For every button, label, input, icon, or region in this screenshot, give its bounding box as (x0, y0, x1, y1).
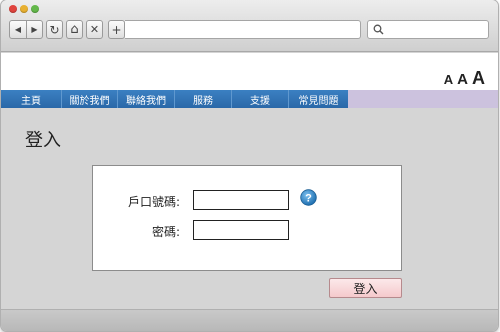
help-icon-glyph: ? (305, 193, 312, 205)
reload-button[interactable]: ↻ (46, 20, 63, 39)
stop-icon: ✕ (89, 23, 100, 36)
window-controls (9, 5, 39, 13)
plus-icon: + (111, 22, 122, 37)
account-number-input[interactable] (193, 190, 289, 210)
help-icon[interactable]: ? (300, 189, 317, 206)
back-icon: ◀ (14, 25, 22, 34)
page-title: 登入 (25, 130, 61, 151)
account-number-label: 戶口號碼: (127, 195, 180, 209)
nav-item-about[interactable]: 關於我們 (62, 90, 118, 108)
search-bar[interactable] (367, 20, 489, 39)
nav-menu: 主頁 關於我們 聯絡我們 服務 支援 常見問題 (1, 90, 348, 108)
home-button[interactable]: ⌂ (66, 20, 83, 39)
font-size-medium-button[interactable]: A (457, 71, 468, 88)
bottom-strip (1, 309, 498, 331)
stop-button[interactable]: ✕ (86, 20, 103, 39)
font-size-large-button[interactable]: A (472, 68, 485, 89)
forward-icon: ▶ (31, 25, 38, 34)
address-bar[interactable] (125, 20, 361, 39)
nav-item-home[interactable]: 主頁 (1, 90, 62, 108)
font-size-controls: A A A (444, 68, 485, 89)
login-form: 戶口號碼: ? 密碼: (92, 165, 402, 271)
password-input[interactable] (193, 220, 289, 240)
back-button[interactable]: ◀ (10, 21, 26, 38)
browser-window: ◀ ▶ ↻ ⌂ ✕ + A A A 主頁 關於我們 聯絡我們 服務 支援 常見問… (1, 0, 498, 331)
new-tab-button[interactable]: + (108, 20, 125, 39)
site-header: A A A (1, 53, 498, 90)
font-size-small-button[interactable]: A (444, 72, 453, 87)
nav-item-faq[interactable]: 常見問題 (289, 90, 348, 108)
close-window-button[interactable] (9, 5, 17, 13)
maximize-window-button[interactable] (31, 5, 39, 13)
nav-bar: 主頁 關於我們 聯絡我們 服務 支援 常見問題 (1, 90, 498, 108)
nav-item-services[interactable]: 服務 (175, 90, 232, 108)
nav-item-contact[interactable]: 聯絡我們 (118, 90, 175, 108)
login-submit-button[interactable]: 登入 (329, 278, 402, 298)
browser-chrome: ◀ ▶ ↻ ⌂ ✕ + (1, 0, 498, 52)
nav-item-support[interactable]: 支援 (232, 90, 289, 108)
page-content: A A A 主頁 關於我們 聯絡我們 服務 支援 常見問題 登入 戶口號碼: ?… (1, 53, 498, 331)
back-forward-group: ◀ ▶ (9, 20, 43, 39)
password-label: 密碼: (151, 225, 180, 239)
forward-button[interactable]: ▶ (25, 21, 42, 38)
minimize-window-button[interactable] (20, 5, 28, 13)
home-icon: ⌂ (70, 22, 79, 37)
reload-icon: ↻ (49, 22, 60, 37)
search-icon (373, 24, 384, 35)
